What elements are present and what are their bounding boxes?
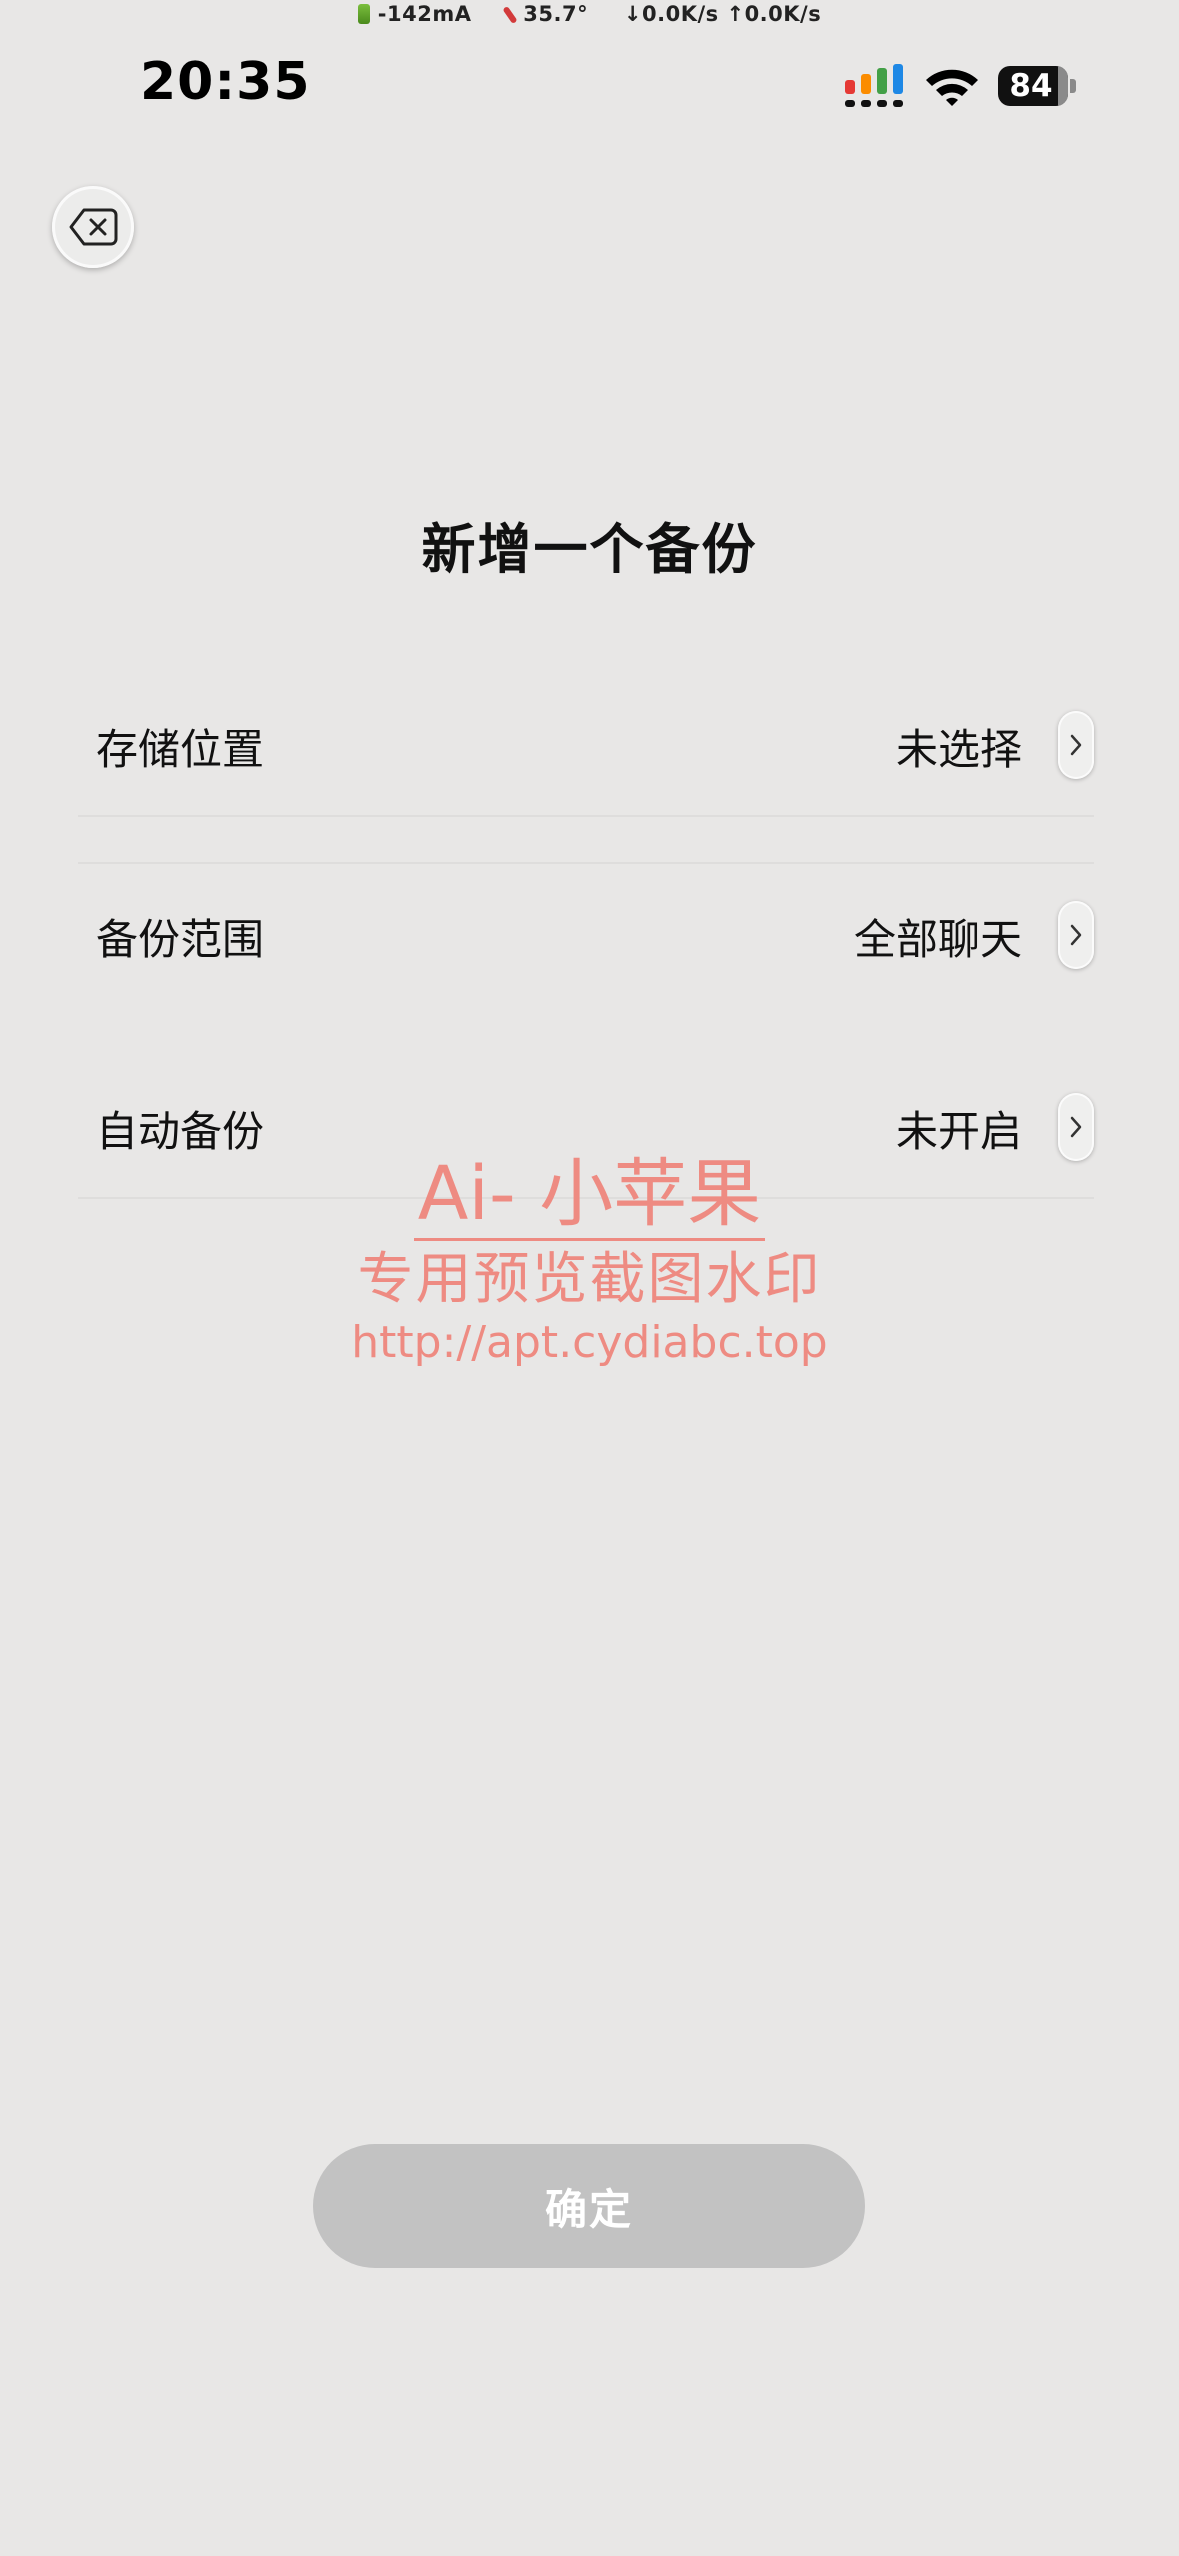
current-value: -142mA xyxy=(377,2,472,26)
watermark-line1: Ai- 小苹果 xyxy=(413,1150,766,1241)
temperature-value: 35.7° xyxy=(523,2,589,26)
chevron-button[interactable] xyxy=(1058,901,1094,969)
page-title: 新增一个备份 xyxy=(421,518,758,581)
system-stats-bar: -142mA 35.7° ↓0.0K/s ↑0.0K/s xyxy=(0,2,1179,26)
wifi-icon xyxy=(926,69,978,106)
chevron-button[interactable] xyxy=(1058,711,1094,779)
current-stat: -142mA xyxy=(357,2,472,26)
delete-backspace-icon xyxy=(69,208,118,246)
close-button[interactable] xyxy=(52,186,134,268)
temperature-stat: 35.7° xyxy=(502,2,589,26)
settings-row-backup-scope[interactable]: 备份范围 全部聊天 xyxy=(78,880,1094,990)
row-label: 存储位置 xyxy=(96,725,265,774)
battery-level: 84 xyxy=(1009,68,1053,104)
cellular-signal-icon xyxy=(845,64,903,107)
download-speed: ↓0.0K/s xyxy=(623,2,719,26)
row-divider xyxy=(78,815,1094,817)
row-divider xyxy=(78,862,1094,864)
row-value: 未选择 xyxy=(895,725,1022,774)
settings-row-storage-location[interactable]: 存储位置 未选择 xyxy=(78,690,1094,800)
thermometer-icon xyxy=(502,5,518,25)
row-label: 备份范围 xyxy=(96,915,265,964)
upload-speed: ↑0.0K/s xyxy=(726,2,822,26)
watermark: Ai- 小苹果 专用预览截图水印 http://apt.cydiabc.top xyxy=(0,1150,1179,1371)
battery-charge-icon xyxy=(357,4,370,24)
status-time: 20:35 xyxy=(140,52,311,112)
chevron-right-icon xyxy=(1070,734,1082,756)
battery-indicator: 84 xyxy=(998,64,1078,108)
battery-cap xyxy=(1070,79,1076,93)
row-value: 全部聊天 xyxy=(853,915,1022,964)
confirm-button[interactable]: 确定 xyxy=(313,2144,865,2268)
watermark-line3: http://apt.cydiabc.top xyxy=(351,1317,828,1368)
chevron-right-icon xyxy=(1070,1116,1082,1138)
watermark-line2: 专用预览截图水印 xyxy=(357,1247,822,1312)
chevron-right-icon xyxy=(1070,924,1082,946)
network-speed-stat: ↓0.0K/s ↑0.0K/s xyxy=(624,2,821,26)
